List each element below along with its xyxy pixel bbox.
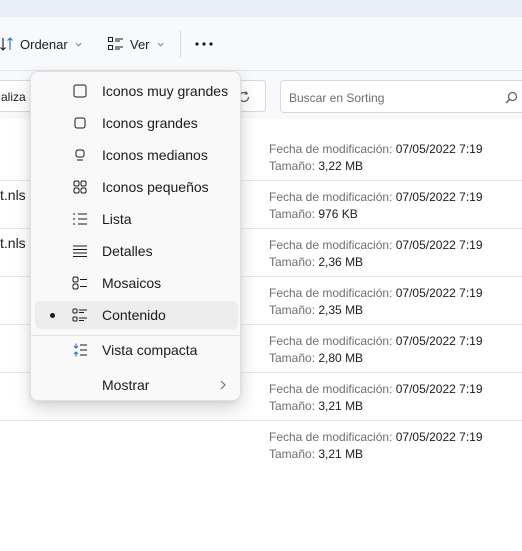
- file-size: Tamaño: 3,22 MB: [269, 159, 364, 173]
- details-icon: [73, 245, 87, 257]
- file-size: Tamaño: 3,21 MB: [269, 399, 364, 413]
- menu-item-details[interactable]: Detalles: [35, 237, 238, 265]
- title-bar-strip: [0, 0, 522, 17]
- small-icons-icon: [73, 180, 87, 194]
- more-icon: [195, 42, 213, 46]
- large-icons-icon: [74, 117, 86, 129]
- file-date: Fecha de modificación: 07/05/2022 7:19: [269, 238, 483, 252]
- more-options-button[interactable]: [194, 17, 214, 71]
- file-size: Tamaño: 2,35 MB: [269, 303, 364, 317]
- search-icon: [505, 91, 518, 104]
- list-icon: [73, 213, 87, 225]
- view-button[interactable]: Ver: [108, 17, 164, 71]
- file-size: Tamaño: 2,36 MB: [269, 255, 364, 269]
- file-name: t.nls: [0, 235, 26, 251]
- menu-item-tiles[interactable]: Mosaicos: [35, 269, 238, 297]
- command-bar: Ordenar Ver: [0, 17, 522, 71]
- menu-item-label: Mostrar: [102, 377, 150, 393]
- menu-item-show[interactable]: Mostrar: [35, 371, 238, 399]
- menu-item-large-icons[interactable]: Iconos grandes: [35, 109, 238, 137]
- menu-item-extra-large-icons[interactable]: Iconos muy grandes: [35, 77, 238, 105]
- sort-icon: [0, 37, 13, 51]
- selected-bullet-icon: [50, 313, 55, 318]
- menu-item-label: Detalles: [102, 243, 153, 259]
- menu-item-list[interactable]: Lista: [35, 205, 238, 233]
- file-date: Fecha de modificación: 07/05/2022 7:19: [269, 334, 483, 348]
- file-date: Fecha de modificación: 07/05/2022 7:19: [269, 430, 483, 444]
- menu-item-label: Iconos muy grandes: [102, 83, 229, 99]
- view-menu: Iconos muy grandes Iconos grandes Iconos…: [30, 71, 242, 401]
- menu-item-small-icons[interactable]: Iconos pequeños: [35, 173, 238, 201]
- sort-button[interactable]: Ordenar: [0, 17, 82, 71]
- medium-icons-icon: [75, 149, 85, 161]
- menu-item-label: Iconos grandes: [102, 115, 198, 131]
- menu-item-medium-icons[interactable]: Iconos medianos: [35, 141, 238, 169]
- extra-large-icons-icon: [73, 84, 87, 98]
- menu-item-label: Contenido: [102, 307, 166, 323]
- file-row[interactable]: Fecha de modificación: 07/05/2022 7:19 T…: [0, 421, 522, 469]
- content-icon: [72, 308, 87, 322]
- menu-item-compact-view[interactable]: Vista compacta: [35, 336, 238, 364]
- chevron-down-icon: [157, 42, 163, 46]
- chevron-right-icon: [220, 380, 226, 390]
- file-date: Fecha de modificación: 07/05/2022 7:19: [269, 286, 483, 300]
- menu-item-label: Iconos medianos: [102, 147, 208, 163]
- file-size: Tamaño: 2,80 MB: [269, 351, 364, 365]
- view-label: Ver: [130, 36, 150, 52]
- sort-label: Ordenar: [20, 36, 68, 52]
- file-size: Tamaño: 976 KB: [269, 207, 358, 221]
- file-date: Fecha de modificación: 07/05/2022 7:19: [269, 382, 483, 396]
- compact-view-icon: [73, 343, 87, 357]
- menu-item-label: Iconos pequeños: [102, 179, 209, 195]
- file-date: Fecha de modificación: 07/05/2022 7:19: [269, 142, 483, 156]
- tiles-icon: [72, 276, 87, 290]
- file-date: Fecha de modificación: 07/05/2022 7:19: [269, 190, 483, 204]
- search-input[interactable]: Buscar en Sorting: [280, 80, 522, 113]
- chevron-down-icon: [75, 42, 82, 46]
- view-icon: [108, 37, 123, 50]
- file-name: t.nls: [0, 187, 26, 203]
- search-placeholder: Buscar en Sorting: [289, 91, 385, 105]
- file-size: Tamaño: 3,21 MB: [269, 447, 364, 461]
- menu-item-label: Mosaicos: [102, 275, 162, 291]
- toolbar-divider: [180, 30, 181, 58]
- menu-item-content[interactable]: Contenido: [35, 301, 238, 329]
- address-text: aliza: [1, 90, 26, 104]
- menu-item-label: Lista: [102, 211, 132, 227]
- menu-item-label: Vista compacta: [102, 342, 198, 358]
